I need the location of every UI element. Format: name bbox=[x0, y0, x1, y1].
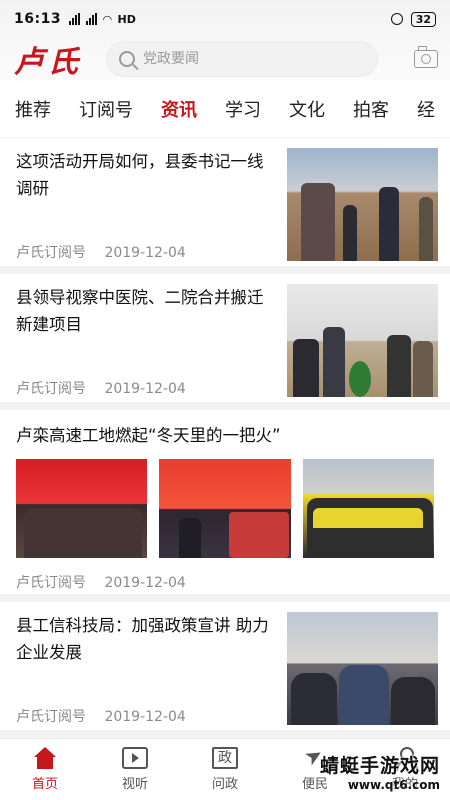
news-image bbox=[302, 459, 434, 558]
news-feed: 这项活动开局如何，县委书记一线调研 卢氏订阅号 2019-12-04 县领导视察… bbox=[0, 138, 450, 738]
watermark-title: 蜻蜓手游戏网 bbox=[319, 755, 440, 777]
home-icon bbox=[32, 747, 58, 769]
news-source: 卢氏订阅号 bbox=[16, 575, 86, 591]
tab-study[interactable]: 学习 bbox=[225, 96, 261, 122]
news-item[interactable]: 卢栾高速工地燃起“冬天里的一把火” 卢氏订阅号 2019-12-04 bbox=[0, 410, 450, 602]
signal-indicators: ◠ HD bbox=[69, 13, 136, 26]
news-meta: 卢氏订阅号 2019-12-04 bbox=[16, 706, 186, 726]
nav-video-label: 视听 bbox=[121, 777, 148, 792]
search-bar[interactable] bbox=[106, 41, 378, 77]
news-image-row bbox=[16, 459, 434, 558]
hd-label: HD bbox=[117, 12, 136, 26]
tab-economy[interactable]: 经 bbox=[417, 96, 435, 122]
news-date: 2019-12-04 bbox=[104, 575, 186, 591]
news-date: 2019-12-04 bbox=[104, 245, 186, 261]
tv-icon bbox=[122, 747, 148, 769]
tab-recommend[interactable]: 推荐 bbox=[15, 96, 51, 122]
news-date: 2019-12-04 bbox=[104, 381, 186, 397]
watermark-url: www.qt6.com bbox=[347, 778, 440, 792]
app-logo: 卢氏 bbox=[14, 45, 82, 80]
nav-home[interactable]: 首页 bbox=[0, 739, 90, 800]
news-thumbnail bbox=[287, 148, 438, 261]
signal-icon-2 bbox=[86, 13, 98, 25]
camera-icon[interactable] bbox=[414, 46, 438, 68]
news-source: 卢氏订阅号 bbox=[16, 381, 86, 397]
news-meta: 卢氏订阅号 2019-12-04 bbox=[16, 572, 434, 592]
news-source: 卢氏订阅号 bbox=[16, 709, 86, 725]
tab-subscriptions[interactable]: 订阅号 bbox=[79, 96, 133, 122]
news-item[interactable]: 县领导视察中医院、二院合并搬迁新建项目 卢氏订阅号 2019-12-04 bbox=[0, 274, 450, 410]
news-title: 这项活动开局如何，县委书记一线调研 bbox=[16, 152, 264, 198]
news-item[interactable]: 这项活动开局如何，县委书记一线调研 卢氏订阅号 2019-12-04 bbox=[0, 138, 450, 274]
news-meta: 卢氏订阅号 2019-12-04 bbox=[16, 378, 186, 398]
news-title: 县领导视察中医院、二院合并搬迁新建项目 bbox=[16, 288, 264, 334]
nav-home-label: 首页 bbox=[31, 777, 58, 792]
tab-culture[interactable]: 文化 bbox=[289, 96, 325, 122]
category-tabs: 推荐 订阅号 资讯 学习 文化 拍客 经 bbox=[0, 80, 450, 138]
news-image bbox=[16, 459, 148, 558]
wifi-icon: ◠ bbox=[103, 12, 112, 26]
status-bar: 16:13 ◠ HD 32 bbox=[0, 0, 450, 38]
app-header: 卢氏 bbox=[0, 38, 450, 80]
nav-inquiry-label: 问政 bbox=[211, 777, 238, 792]
app-screen: 16:13 ◠ HD 32 卢氏 推荐 订阅号 资讯 学习 文化 拍客 经 这项… bbox=[0, 0, 450, 800]
nav-video[interactable]: 视听 bbox=[90, 739, 180, 800]
news-source: 卢氏订阅号 bbox=[16, 245, 86, 261]
news-thumbnail bbox=[287, 612, 438, 725]
signal-icon bbox=[69, 13, 81, 25]
status-time: 16:13 bbox=[14, 11, 62, 27]
news-item[interactable]: 县工信科技局：加强政策宣讲 助力企业发展 卢氏订阅号 2019-12-04 bbox=[0, 602, 450, 738]
site-watermark: 蜻蜓手游戏网 www.qt6.com bbox=[320, 751, 440, 792]
zheng-icon: 政 bbox=[212, 747, 238, 769]
lock-icon bbox=[390, 13, 403, 25]
tab-news[interactable]: 资讯 bbox=[161, 96, 197, 122]
news-title: 卢栾高速工地燃起“冬天里的一把火” bbox=[16, 426, 281, 445]
news-date: 2019-12-04 bbox=[104, 709, 186, 725]
news-image bbox=[159, 459, 291, 558]
news-title: 县工信科技局：加强政策宣讲 助力企业发展 bbox=[16, 616, 269, 662]
news-meta: 卢氏订阅号 2019-12-04 bbox=[16, 242, 186, 262]
tab-photographer[interactable]: 拍客 bbox=[353, 96, 389, 122]
search-icon bbox=[119, 51, 135, 67]
battery-icon: 32 bbox=[410, 11, 436, 27]
news-thumbnail bbox=[287, 284, 438, 397]
search-input[interactable] bbox=[143, 51, 343, 67]
nav-inquiry[interactable]: 政 问政 bbox=[180, 739, 270, 800]
